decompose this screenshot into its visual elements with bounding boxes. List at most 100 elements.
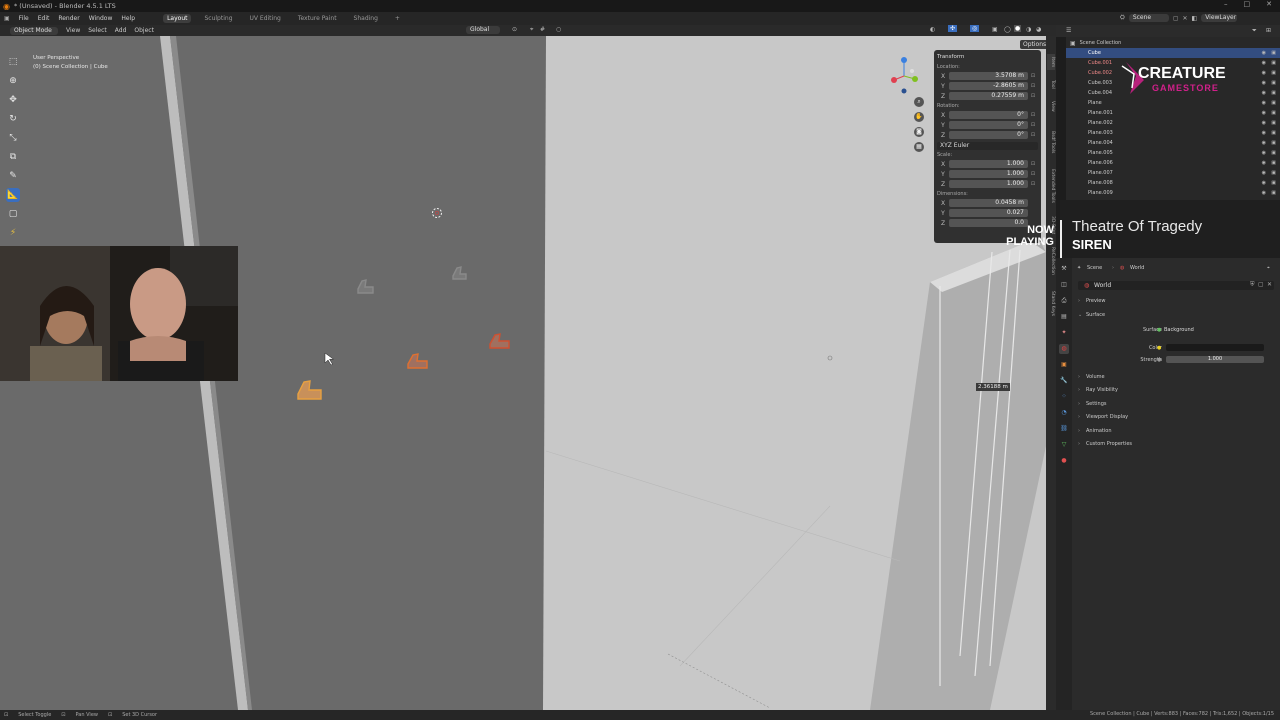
fake-user-icon[interactable]: ⛨: [1250, 281, 1255, 289]
menu-edit[interactable]: Edit: [38, 15, 50, 22]
scale-z-field[interactable]: 1.000: [949, 180, 1028, 188]
world-selector[interactable]: ◍ World ⛨ ▢ ✕: [1078, 281, 1274, 290]
eye-icon[interactable]: ◉: [1262, 130, 1266, 136]
rotation-z-field[interactable]: 0°: [949, 131, 1028, 139]
xray-icon[interactable]: ▣: [992, 26, 998, 33]
lock-icon[interactable]: ⊡: [1028, 181, 1038, 187]
outliner-item[interactable]: Plane.008 ◉ ▣: [1066, 178, 1280, 188]
workspace-tab-uv-editing[interactable]: UV Editing: [246, 14, 285, 23]
grid-snap-icon[interactable]: #: [540, 26, 545, 33]
add-menu[interactable]: Add: [115, 27, 127, 34]
minimize-button[interactable]: –: [1224, 0, 1228, 8]
workspace-tab-layout[interactable]: Layout: [163, 14, 192, 23]
measure-tool-icon[interactable]: 📐: [6, 188, 20, 202]
render-icon[interactable]: ▣: [1271, 100, 1276, 106]
eye-icon[interactable]: ◉: [1262, 50, 1266, 56]
editor-type-icon[interactable]: ▣: [4, 15, 10, 22]
sidebar-tab-tool[interactable]: Tool: [1047, 76, 1055, 92]
add-workspace-button[interactable]: +: [391, 14, 404, 23]
modifier-tab-icon[interactable]: 🔧: [1059, 376, 1069, 386]
render-icon[interactable]: ▣: [1271, 120, 1276, 126]
render-icon[interactable]: ▣: [1271, 190, 1276, 196]
proportional-icon[interactable]: ○: [556, 26, 561, 33]
location-x-field[interactable]: 3.5708 m: [949, 72, 1028, 80]
eye-icon[interactable]: ◉: [1262, 170, 1266, 176]
preview-panel-header[interactable]: Preview: [1086, 298, 1105, 304]
data-tab-icon[interactable]: ▽: [1059, 440, 1069, 450]
visibility-icon[interactable]: ◐: [930, 26, 935, 33]
viewport-display-panel-header[interactable]: Viewport Display: [1086, 414, 1128, 420]
sidebar-tab-stand-keys[interactable]: Stand Keys: [1047, 284, 1055, 324]
render-tab-icon[interactable]: ◫: [1059, 280, 1069, 290]
transform-tool-icon[interactable]: ⧉: [6, 150, 20, 164]
options-button[interactable]: Options: [1020, 40, 1050, 49]
rendered-shading-icon[interactable]: ◕: [1036, 26, 1041, 33]
pivot-icon[interactable]: ⊙: [512, 26, 517, 33]
eye-icon[interactable]: ◉: [1262, 110, 1266, 116]
pin-icon[interactable]: ⌖: [1267, 265, 1270, 271]
extra-tool-icon[interactable]: ⚡: [6, 226, 20, 240]
transform-header[interactable]: Transform: [937, 53, 1038, 62]
orientation-dropdown[interactable]: Global: [466, 26, 500, 34]
add-cube-tool-icon[interactable]: ▢: [6, 207, 20, 221]
menu-help[interactable]: Help: [121, 15, 135, 22]
wireframe-shading-icon[interactable]: ◯: [1004, 26, 1011, 33]
sidebar-tab-bsdf[interactable]: Bsdf Tools: [1047, 122, 1055, 162]
view-layer-tab-icon[interactable]: ▤: [1059, 312, 1069, 322]
render-icon[interactable]: ▣: [1271, 150, 1276, 156]
unlink-world-icon[interactable]: ✕: [1267, 281, 1272, 288]
tool-tab-icon[interactable]: ⚒: [1059, 264, 1069, 274]
snap-icon[interactable]: ⌖: [530, 26, 533, 34]
outliner-item[interactable]: Plane ◉ ▣: [1066, 98, 1280, 108]
constraints-tab-icon[interactable]: ⛓: [1059, 424, 1069, 434]
scene-tab-icon[interactable]: ✦: [1059, 328, 1069, 338]
settings-panel-header[interactable]: Settings: [1086, 401, 1107, 407]
object-tab-icon[interactable]: ▣: [1059, 360, 1069, 370]
lock-icon[interactable]: ⊡: [1028, 93, 1038, 99]
location-y-field[interactable]: -2.8605 m: [949, 82, 1028, 90]
object-menu[interactable]: Object: [134, 27, 154, 34]
workspace-tab-texture-paint[interactable]: Texture Paint: [294, 14, 341, 23]
cursor-tool-icon[interactable]: ⊕: [6, 74, 20, 88]
color-swatch[interactable]: [1166, 344, 1264, 351]
scene-copy-icon[interactable]: ▢: [1173, 15, 1179, 22]
render-icon[interactable]: ▣: [1271, 180, 1276, 186]
surface-panel-header[interactable]: Surface: [1086, 312, 1105, 318]
rotation-y-field[interactable]: 0°: [949, 121, 1028, 129]
sidebar-tab-extended[interactable]: Extended Tools: [1047, 166, 1055, 206]
eye-icon[interactable]: ◉: [1262, 190, 1266, 196]
physics-tab-icon[interactable]: ◔: [1059, 408, 1069, 418]
ortho-toggle-icon[interactable]: ▦: [914, 142, 924, 152]
select-box-tool-icon[interactable]: ⬚: [6, 55, 20, 69]
rotate-tool-icon[interactable]: ↻: [6, 112, 20, 126]
menu-window[interactable]: Window: [89, 15, 113, 22]
animation-panel-header[interactable]: Animation: [1086, 428, 1112, 434]
sidebar-tab-item[interactable]: Item: [1047, 54, 1055, 70]
menu-render[interactable]: Render: [58, 15, 79, 22]
new-collection-icon[interactable]: ⊞: [1266, 27, 1271, 34]
outliner-root[interactable]: ▣ Scene Collection: [1066, 38, 1280, 48]
render-icon[interactable]: ▣: [1271, 160, 1276, 166]
camera-view-icon[interactable]: ◙: [914, 127, 924, 137]
output-tab-icon[interactable]: ⎙: [1059, 296, 1069, 306]
lock-icon[interactable]: ⊡: [1028, 132, 1038, 138]
render-icon[interactable]: ▣: [1271, 170, 1276, 176]
eye-icon[interactable]: ◉: [1262, 180, 1266, 186]
eye-icon[interactable]: ◉: [1262, 100, 1266, 106]
strength-field[interactable]: 1.000: [1166, 356, 1264, 363]
surface-shader-field[interactable]: Background: [1164, 327, 1194, 333]
material-tab-icon[interactable]: ●: [1059, 456, 1069, 466]
location-z-field[interactable]: 0.27559 m: [949, 92, 1028, 100]
dimensions-x-field[interactable]: 0.0458 m: [949, 199, 1028, 207]
duplicate-world-icon[interactable]: ▢: [1258, 281, 1264, 288]
workspace-tab-shading[interactable]: Shading: [350, 14, 382, 23]
rotation-x-field[interactable]: 0°: [949, 111, 1028, 119]
gizmo-toggle-icon[interactable]: ✣: [948, 25, 958, 32]
eye-icon[interactable]: ◉: [1262, 150, 1266, 156]
outliner-filter-icon[interactable]: ⏷: [1252, 27, 1257, 35]
viewlayer-field[interactable]: ViewLayer: [1201, 14, 1238, 22]
pan-view-icon[interactable]: ✋: [914, 112, 924, 122]
ray-visibility-panel-header[interactable]: Ray Visibility: [1086, 387, 1118, 393]
workspace-tab-sculpting[interactable]: Sculpting: [200, 14, 236, 23]
outliner-item[interactable]: Plane.002 ◉ ▣: [1066, 118, 1280, 128]
